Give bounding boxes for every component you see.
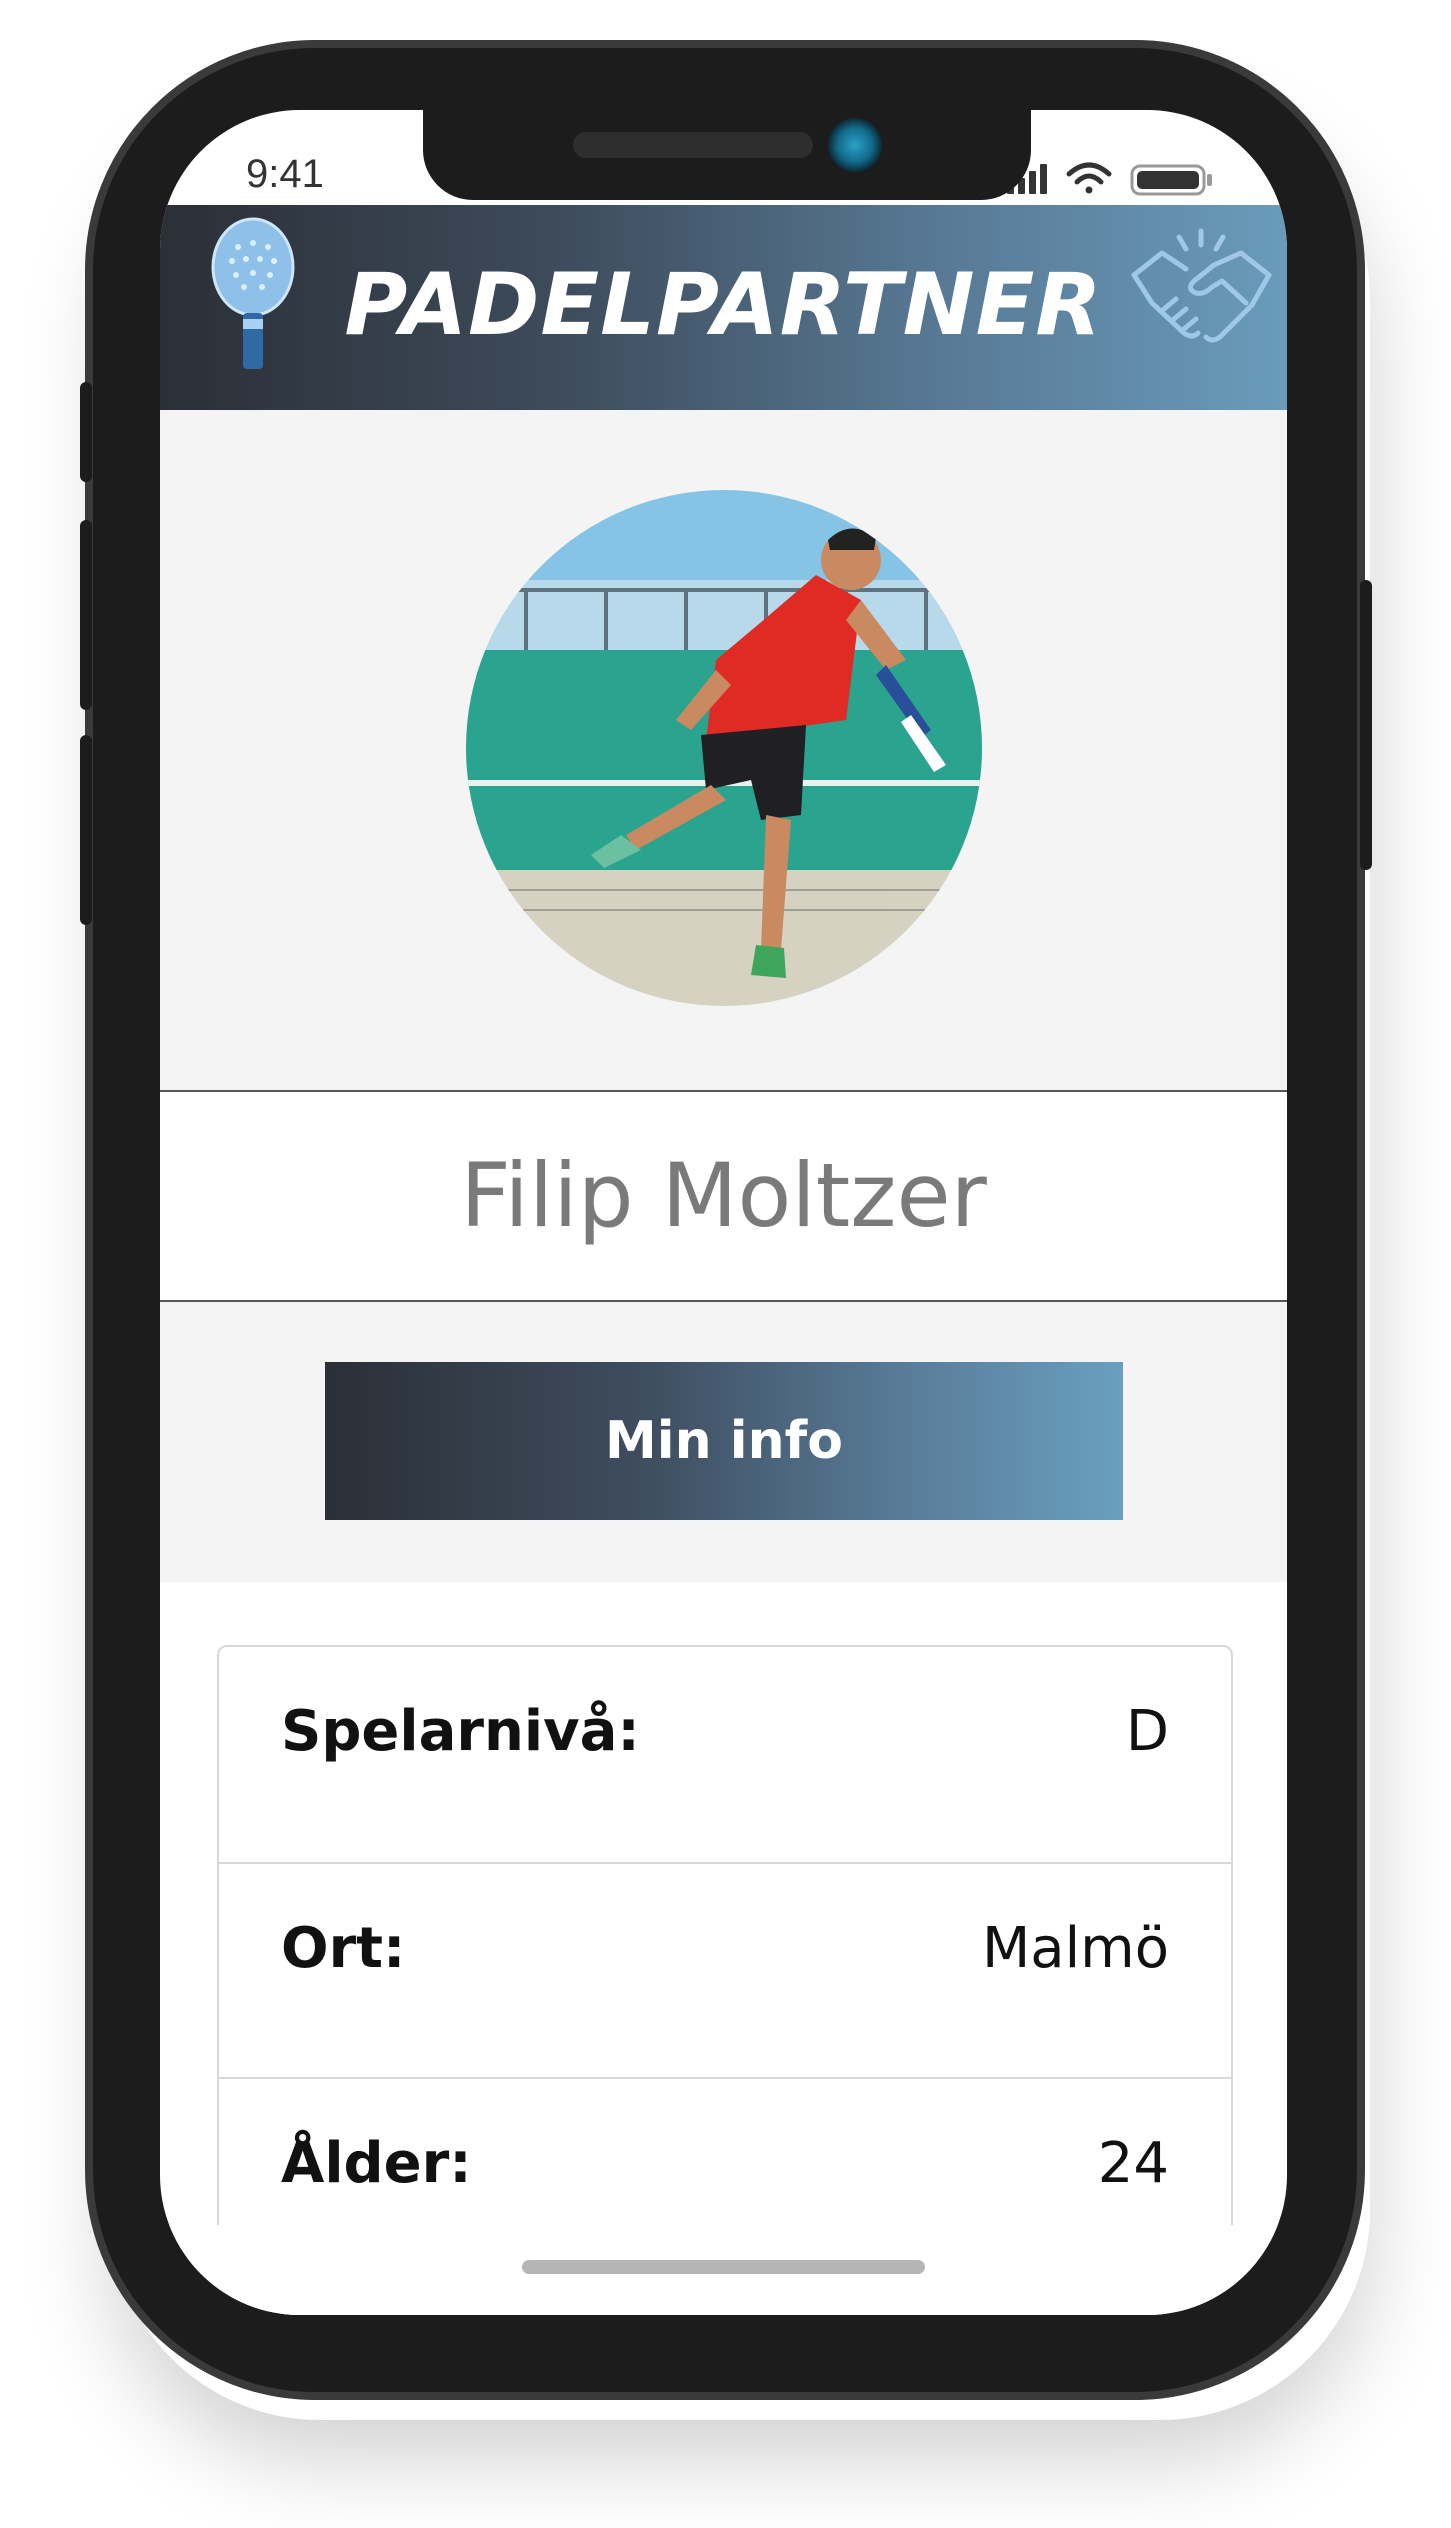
- info-section: Min info: [160, 1302, 1287, 1582]
- min-info-button[interactable]: Min info: [325, 1362, 1123, 1520]
- profile-name-bar: Filip Moltzer: [160, 1090, 1287, 1302]
- detail-label: Ort:: [281, 1916, 406, 1981]
- handshake-icon[interactable]: [1124, 213, 1279, 368]
- volume-up-button: [80, 520, 92, 710]
- speaker-grille: [573, 132, 813, 158]
- app-title: PADELPARTNER: [344, 255, 1103, 355]
- profile-name: Filip Moltzer: [460, 1144, 987, 1247]
- detail-row-level: Spelarnivå: D: [219, 1647, 1231, 1862]
- detail-label: Spelarnivå:: [281, 1699, 640, 1764]
- battery-icon: [1130, 164, 1212, 196]
- wifi-icon: [1066, 162, 1112, 194]
- home-indicator[interactable]: [522, 2260, 925, 2274]
- status-time: 9:41: [246, 152, 324, 196]
- detail-row-city: Ort: Malmö: [219, 1862, 1231, 2077]
- power-button: [1360, 580, 1372, 870]
- status-icons: [1007, 162, 1212, 196]
- detail-label: Ålder:: [281, 2131, 472, 2196]
- tennis-player-image: [466, 490, 982, 1006]
- notch: [423, 110, 1031, 200]
- app-header: PADELPARTNER: [160, 205, 1287, 410]
- profile-photo: [466, 490, 982, 1006]
- details-list: Spelarnivå: D Ort: Malmö Ålder: 24: [217, 1645, 1233, 2315]
- volume-down-button: [80, 735, 92, 925]
- detail-value: Malmö: [981, 1916, 1169, 1981]
- mute-switch: [80, 382, 92, 482]
- phone-screen: 9:41 PADELPARTNER Filip Moltzer Min info…: [160, 110, 1287, 2315]
- front-camera: [828, 118, 882, 172]
- detail-value: 24: [1097, 2131, 1169, 2196]
- detail-value: D: [1125, 1699, 1169, 1764]
- profile-hero: [160, 410, 1287, 1090]
